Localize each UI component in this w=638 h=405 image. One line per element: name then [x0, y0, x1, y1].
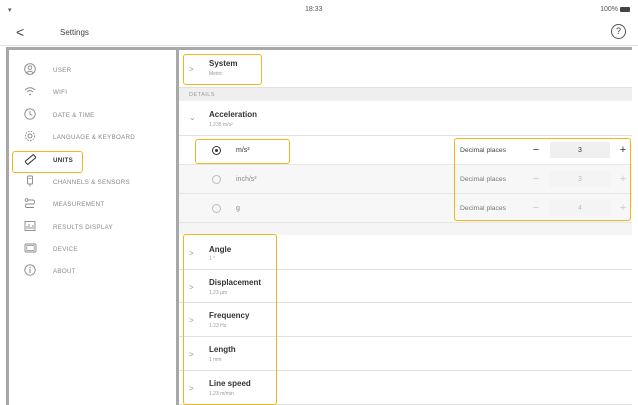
help-icon[interactable]: ? [611, 24, 626, 39]
increment-button[interactable]: + [616, 171, 630, 187]
details-section-label: DETAILS [179, 88, 632, 101]
sidebar: USER WIFI DATE & TIME LANGUAGE & KEYBOAR… [9, 50, 176, 405]
info-icon [23, 264, 37, 278]
sidebar-item-label: LANGUAGE & KEYBOARD [53, 134, 136, 141]
decimal-places-input[interactable] [550, 171, 610, 187]
quantity-title: Displacement [209, 278, 262, 287]
gear-icon [23, 130, 37, 144]
increment-button[interactable]: + [616, 142, 630, 158]
chart-icon [23, 220, 37, 234]
unit-option-row[interactable]: inch/s² Decimal places − + [179, 165, 632, 194]
sidebar-item-channels-sensors[interactable]: CHANNELS & SENSORS [9, 172, 176, 192]
sidebar-item-language-keyboard[interactable]: LANGUAGE & KEYBOARD [9, 127, 176, 147]
decimal-places-input[interactable] [550, 200, 610, 216]
sidebar-item-label: CHANNELS & SENSORS [53, 179, 130, 186]
wifi-icon [23, 85, 37, 99]
person-icon [23, 63, 37, 77]
battery-icon [620, 7, 630, 12]
increment-button[interactable]: + [616, 200, 630, 216]
system-row[interactable]: > System Metric [179, 50, 632, 88]
units-panel: > System Metric DETAILS ⌄ Acceleration 1… [179, 50, 632, 405]
measurement-icon [23, 197, 37, 211]
settings-frame: USER WIFI DATE & TIME LANGUAGE & KEYBOAR… [6, 47, 632, 405]
quantity-title: Length [209, 345, 236, 354]
quantity-value: 1 ° [209, 256, 216, 262]
sidebar-item-label: ABOUT [53, 268, 76, 275]
sidebar-item-device[interactable]: DEVICE [9, 239, 176, 259]
status-bar: ▾ 18:33 100% [0, 0, 638, 20]
clock-icon [23, 108, 37, 122]
sidebar-item-label: UNITS [53, 157, 74, 164]
wifi-status-icon: ▾ [8, 7, 12, 14]
ruler-icon [23, 153, 37, 167]
decrement-button[interactable]: − [529, 171, 543, 187]
sidebar-item-wifi[interactable]: WIFI [9, 82, 176, 102]
decrement-button[interactable]: − [529, 142, 543, 158]
quantity-row-angle[interactable]: > Angle 1 ° [179, 235, 632, 270]
acceleration-value: 1.235 m/s² [209, 122, 233, 128]
quantity-row-length[interactable]: > Length 1 mm [179, 337, 632, 371]
decimal-places-label: Decimal places [460, 147, 507, 154]
quantity-title: Frequency [209, 311, 250, 320]
chevron-right-icon: > [189, 65, 194, 74]
sidebar-item-date-time[interactable]: DATE & TIME [9, 105, 176, 125]
sidebar-item-label: MEASUREMENT [53, 201, 105, 208]
system-title: System [209, 59, 238, 68]
chevron-right-icon: > [189, 350, 194, 359]
radio-m-s2[interactable] [212, 146, 221, 155]
sidebar-item-label: USER [53, 67, 72, 74]
radio-g[interactable] [212, 204, 221, 213]
quantity-title: Angle [209, 245, 232, 254]
unit-option-label: inch/s² [236, 176, 257, 183]
status-time: 18:33 [305, 6, 323, 13]
radio-inch-s2[interactable] [212, 175, 221, 184]
sensor-icon [23, 175, 37, 189]
unit-option-row[interactable]: m/s² Decimal places − + [179, 136, 632, 165]
chevron-down-icon: ⌄ [189, 113, 196, 122]
quantity-value: 1.23 m/min [209, 391, 234, 397]
sidebar-item-label: RESULTS DISPLAY [53, 224, 113, 231]
sidebar-item-about[interactable]: ABOUT [9, 261, 176, 281]
device-icon [23, 242, 37, 256]
sidebar-item-measurement[interactable]: MEASUREMENT [9, 194, 176, 214]
back-button[interactable]: < [16, 24, 24, 40]
decimal-places-label: Decimal places [460, 205, 507, 212]
app-header: < Settings ? [0, 20, 638, 46]
unit-option-label: m/s² [236, 147, 250, 154]
acceleration-row[interactable]: ⌄ Acceleration 1.235 m/s² [179, 101, 632, 136]
quantity-value: 1.23 µm [209, 290, 228, 296]
battery-percent: 100% [600, 6, 618, 13]
sidebar-item-units[interactable]: UNITS [9, 150, 176, 170]
acceleration-title: Acceleration [209, 110, 258, 119]
decimal-places-label: Decimal places [460, 176, 507, 183]
sidebar-item-results-display[interactable]: RESULTS DISPLAY [9, 217, 176, 237]
quantity-value: 1.23 Hz [209, 323, 227, 329]
quantity-value: 1 mm [209, 357, 222, 363]
chevron-right-icon: > [189, 249, 194, 258]
chevron-right-icon: > [189, 384, 194, 393]
quantity-row-frequency[interactable]: > Frequency 1.23 Hz [179, 303, 632, 337]
sidebar-item-label: WIFI [53, 89, 68, 96]
quantity-row-line-speed[interactable]: > Line speed 1.23 m/min [179, 371, 632, 405]
decimal-places-input[interactable] [550, 142, 610, 158]
system-value: Metric [209, 71, 223, 77]
chevron-right-icon: > [189, 283, 194, 292]
unit-option-row[interactable]: g Decimal places − + [179, 194, 632, 223]
quantity-title: Line speed [209, 379, 251, 388]
decrement-button[interactable]: − [529, 200, 543, 216]
page-title: Settings [60, 28, 89, 37]
chevron-right-icon: > [189, 316, 194, 325]
quantity-row-displacement[interactable]: > Displacement 1.23 µm [179, 270, 632, 303]
sidebar-item-label: DEVICE [53, 246, 78, 253]
battery-status: 100% [600, 6, 630, 13]
sidebar-item-user[interactable]: USER [9, 60, 176, 80]
sidebar-item-label: DATE & TIME [53, 112, 95, 119]
unit-option-label: g [236, 205, 240, 212]
